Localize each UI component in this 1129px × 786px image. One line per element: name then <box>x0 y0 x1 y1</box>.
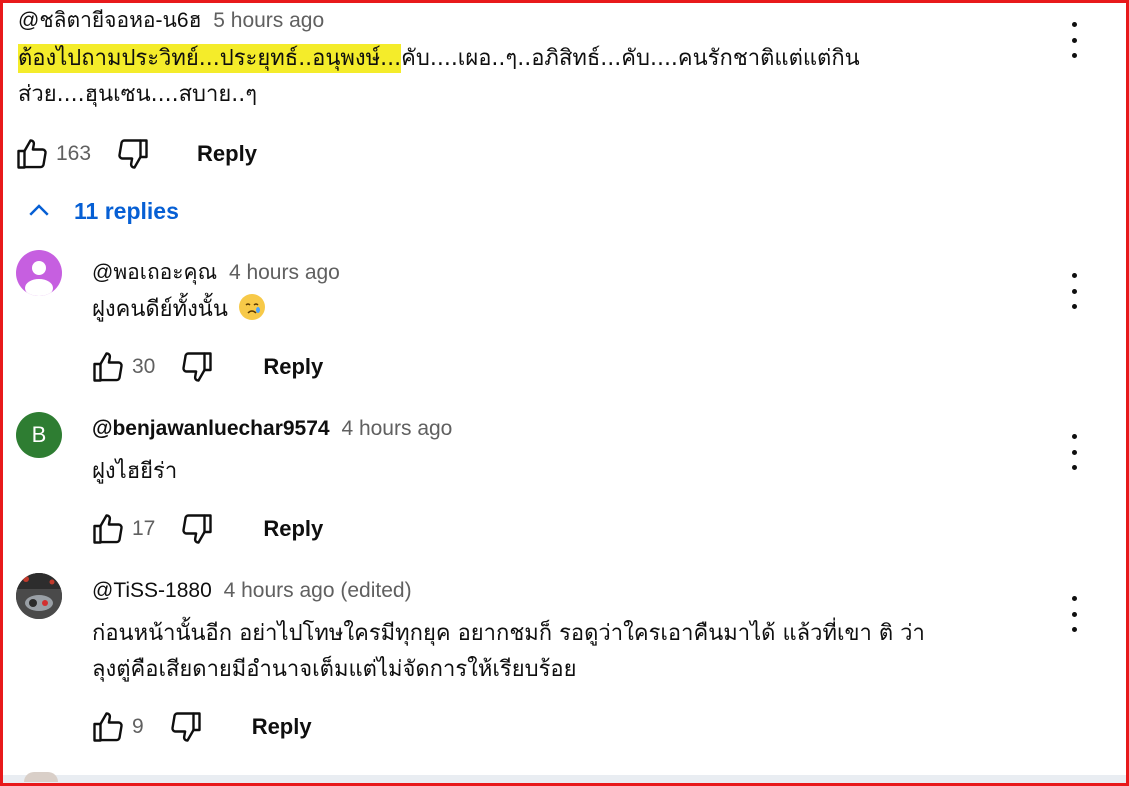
avatar[interactable] <box>16 250 62 296</box>
chevron-up-icon <box>29 204 49 216</box>
reply-button[interactable]: Reply <box>263 516 323 542</box>
thumbs-down-icon <box>118 139 148 169</box>
comment-text-line1: ก่อนหน้านั้นอีก อย่าไปโทษใครมีทุกยุค อยา… <box>92 621 925 646</box>
comment-time[interactable]: 4 hours ago <box>229 261 340 284</box>
reply-button[interactable]: Reply <box>263 354 323 380</box>
thumbs-up-icon <box>93 514 123 544</box>
reply-button[interactable]: Reply <box>197 141 257 167</box>
comment-header: @benjawanluechar9574 4 hours ago <box>92 417 452 441</box>
like-button[interactable] <box>88 707 128 747</box>
thumbs-down-icon <box>170 712 201 742</box>
more-vertical-icon[interactable] <box>1067 434 1081 470</box>
thumbs-down-icon <box>182 514 213 544</box>
comment-actions: 163 Reply <box>12 134 257 174</box>
like-count: 30 <box>132 355 156 378</box>
replies-toggle-button[interactable]: 11 replies <box>24 196 179 226</box>
more-vertical-icon[interactable] <box>1067 596 1081 632</box>
comment-header: @TiSS-1880 4 hours ago (edited) <box>92 579 412 603</box>
comment-text: ฝูงไฮยีร่า <box>92 459 178 484</box>
comment-header: @พอเถอะคุณ 4 hours ago <box>92 256 340 289</box>
comment-text-line2: ลุงตู่คือเสียดายมีอำนาจเต็มแต่ไม่จัดการใ… <box>92 657 577 682</box>
comment-header: @ชลิตายีจอหอ-น6ฮ 5 hours ago <box>18 4 324 37</box>
like-count: 163 <box>56 142 92 165</box>
comment-text: ฝูงคนดีย์ทั้งนั้น <box>92 292 265 328</box>
avatar[interactable]: B <box>16 412 62 458</box>
comment-time[interactable]: 4 hours ago (edited) <box>224 579 412 602</box>
thumbs-down-icon <box>182 352 213 382</box>
thumbs-up-icon <box>93 352 123 382</box>
thumbs-up-icon <box>17 139 47 169</box>
avatar[interactable] <box>16 573 62 619</box>
dislike-button[interactable] <box>113 134 153 174</box>
comment-actions: 30 Reply <box>88 347 323 387</box>
next-comment-edge <box>3 775 1126 783</box>
comment-text-line1-rest: คับ....เผอ..ๆ..อภิสิทธ์...คับ....คนรักชา… <box>401 46 860 71</box>
comment-author[interactable]: @พอเถอะคุณ <box>92 261 217 284</box>
like-count: 17 <box>132 517 156 540</box>
avatar-letter: B <box>31 422 47 447</box>
comment-actions: 9 Reply <box>88 707 312 747</box>
dislike-button[interactable] <box>177 509 217 549</box>
like-button[interactable] <box>88 347 128 387</box>
like-count: 9 <box>132 715 144 738</box>
reply-button[interactable]: Reply <box>252 714 312 740</box>
comment-time[interactable]: 5 hours ago <box>213 9 324 32</box>
comment-time[interactable]: 4 hours ago <box>341 417 452 440</box>
comment-author[interactable]: @ชลิตายีจอหอ-น6ฮ <box>18 9 201 32</box>
like-button[interactable] <box>88 509 128 549</box>
comment-actions: 17 Reply <box>88 509 323 549</box>
comment-text-body: ฝูงคนดีย์ทั้งนั้น <box>92 297 228 322</box>
next-avatar-partial <box>24 772 58 782</box>
replies-count-label: 11 replies <box>74 197 179 224</box>
more-vertical-icon[interactable] <box>1067 22 1081 58</box>
comment-author[interactable]: @TiSS-1880 <box>92 579 212 602</box>
comment-text: ต้องไปถามประวิทย์...ประยุทธ์..อนุพงษ์...… <box>18 41 1008 113</box>
dislike-button[interactable] <box>177 347 217 387</box>
comment-text-line2: ส่วย....ฮุนเซน....สบาย..ๆ <box>18 82 258 107</box>
thumbs-up-icon <box>93 712 123 742</box>
comment-text: ก่อนหน้านั้นอีก อย่าไปโทษใครมีทุกยุค อยา… <box>92 616 1042 688</box>
comment-author[interactable]: @benjawanluechar9574 <box>92 417 330 440</box>
more-vertical-icon[interactable] <box>1067 273 1081 309</box>
crying-face-icon <box>238 294 265 320</box>
highlighted-text: ต้องไปถามประวิทย์...ประยุทธ์..อนุพงษ์... <box>18 44 402 73</box>
avatar-image <box>16 573 62 619</box>
like-button[interactable] <box>12 134 52 174</box>
dislike-button[interactable] <box>166 707 206 747</box>
